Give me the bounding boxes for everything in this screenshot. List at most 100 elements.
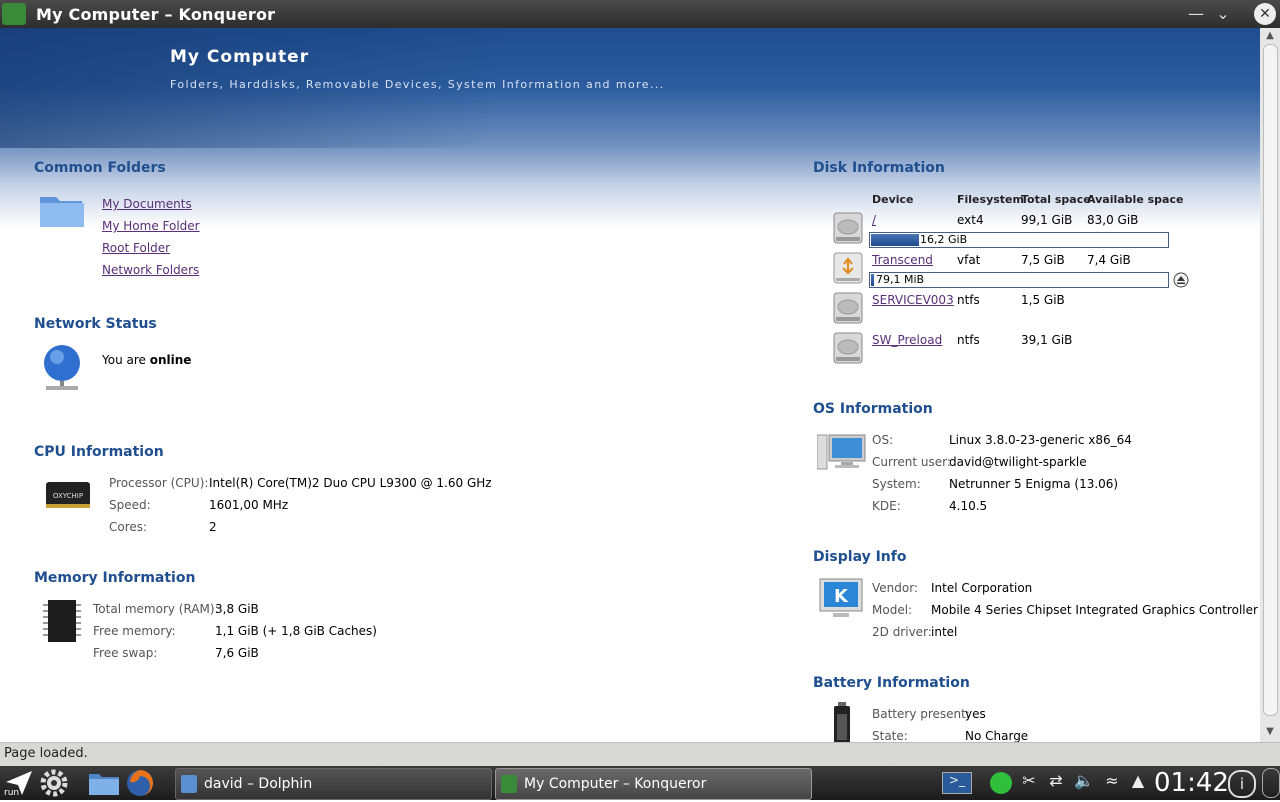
usb-drive-icon [833,251,863,289]
kde-display-icon: K [819,578,863,624]
display-model-label: Model: [872,603,913,617]
battery-state-value: No Charge [965,729,1029,742]
run-label: run [4,788,20,798]
network-status-heading: Network Status [34,316,157,332]
eject-icon[interactable] [1173,272,1189,292]
konqueror-icon [501,775,517,793]
konqueror-app-icon[interactable] [2,3,26,25]
maximize-button[interactable]: ⌄ [1212,4,1234,24]
window-titlebar: My Computer – Konqueror — ⌄ ✕ [0,0,1280,28]
disk-col-available: Available space [1087,193,1184,206]
volume-icon[interactable]: 🔈 [1073,771,1095,790]
task-dolphin[interactable]: david – Dolphin [175,768,492,800]
harddisk-icon [833,291,863,329]
disk-root-total: 99,1 GiB [1021,213,1073,227]
cpu-speed-label: Speed: [109,498,151,512]
disk-servicev003-total: 1,5 GiB [1021,293,1065,307]
os-kde-value: 4.10.5 [949,499,988,513]
disk-transcend-fs: vfat [957,253,981,267]
memory-free-label: Free memory: [93,624,176,638]
disk-col-total: Total space [1021,193,1091,206]
disk-root-available: 83,0 GiB [1087,213,1139,227]
disk-servicev003-link[interactable]: SERVICEV003 [872,293,954,307]
memory-chip-icon [42,598,82,650]
memory-information-heading: Memory Information [34,570,196,586]
disk-transcend-total: 7,5 GiB [1021,253,1065,267]
display-vendor-label: Vendor: [872,581,918,595]
scroll-down-arrow[interactable]: ▼ [1264,726,1276,737]
disk-root-link[interactable]: / [872,213,876,227]
memory-total-label: Total memory (RAM): [93,602,219,616]
firefox-icon[interactable] [124,768,156,802]
page-title: My Computer [170,47,310,67]
disk-swpreload-total: 39,1 GiB [1021,333,1073,347]
cpu-cores-value: 2 [209,520,217,534]
cpu-chip-icon: OXYCHIP [44,478,92,516]
disk-root-usage-fill [871,234,919,246]
network-globe-icon [40,344,84,398]
update-status-icon[interactable] [990,772,1012,794]
svg-text:K: K [834,586,849,607]
disk-transcend-link[interactable]: Transcend [872,253,933,267]
memory-total-value: 3,8 GiB [215,602,259,616]
battery-information-heading: Battery Information [813,675,970,691]
info-icon[interactable]: i [1228,770,1256,798]
battery-present-value: yes [965,707,986,721]
scroll-up-arrow[interactable]: ▲ [1264,30,1276,41]
os-user-label: Current user: [872,455,951,469]
settings-gear-icon[interactable] [38,768,70,802]
home-folder-icon[interactable] [88,770,120,800]
link-my-home-folder[interactable]: My Home Folder [102,219,200,233]
disk-transcend-available: 7,4 GiB [1087,253,1131,267]
task-konqueror-label: My Computer – Konqueror [524,776,707,792]
memory-free-value: 1,1 GiB (+ 1,8 GiB Caches) [215,624,377,638]
minimize-button[interactable]: — [1185,4,1207,24]
disk-col-device: Device [872,193,914,206]
link-network-folders[interactable]: Network Folders [102,263,199,277]
network-status-value: online [149,353,192,367]
disk-root-usage-text: 16,2 GiB [920,233,968,246]
close-button[interactable]: ✕ [1254,3,1276,25]
display-info-heading: Display Info [813,549,907,565]
show-desktop-icon[interactable] [1262,768,1280,798]
battery-state-label: State: [872,729,908,742]
disk-col-filesystem: Filesystem [957,193,1024,206]
disk-swpreload-link[interactable]: SW_Preload [872,333,942,347]
display-driver-value: intel [931,625,958,639]
scissors-icon[interactable]: ✂ [1018,771,1040,790]
run-launcher-icon[interactable]: run [2,768,36,802]
network-status-text: You are online [102,353,192,367]
display-model-value: Mobile 4 Series Chipset Integrated Graph… [931,603,1258,617]
harddisk-icon [833,331,863,369]
os-kde-label: KDE: [872,499,901,513]
scrollbar-thumb[interactable] [1263,44,1278,716]
dolphin-icon [181,775,197,793]
battery-icon [832,702,852,742]
page-content: My Computer Folders, Harddisks, Removabl… [0,28,1260,742]
link-root-folder[interactable]: Root Folder [102,241,170,255]
cpu-speed-value: 1601,00 MHz [209,498,289,512]
link-my-documents[interactable]: My Documents [102,197,192,211]
cpu-cores-label: Cores: [109,520,148,534]
clock[interactable]: 01:42 [1154,768,1229,798]
status-bar: Page loaded. [0,742,1280,767]
terminal-icon[interactable]: >_ [942,772,972,794]
task-konqueror[interactable]: My Computer – Konqueror [495,768,812,800]
os-label: OS: [872,433,894,447]
cpu-processor-label: Processor (CPU): [109,476,209,490]
disk-transcend-usage-text: 79,1 MiB [876,273,925,286]
usb-device-icon[interactable]: ⇄ [1045,771,1067,790]
vertical-scrollbar[interactable]: ▲ ▼ [1260,28,1280,742]
disk-information-heading: Disk Information [813,160,945,176]
battery-present-label: Battery present: [872,707,970,721]
wifi-icon[interactable]: ≈ [1101,771,1123,790]
task-dolphin-label: david – Dolphin [204,776,313,792]
disk-transcend-usage-bar: 79,1 MiB [869,272,1169,288]
tray-expand-icon[interactable]: ▲ [1127,771,1149,790]
os-user-value: david@twilight-sparkle [949,455,1087,469]
os-system-value: Netrunner 5 Enigma (13.06) [949,477,1119,491]
computer-monitor-icon [816,433,867,475]
svg-text:OXYCHIP: OXYCHIP [53,492,83,500]
disk-root-fs: ext4 [957,213,984,227]
taskbar: run david – Dolphin My Computer – Konque… [0,766,1280,800]
